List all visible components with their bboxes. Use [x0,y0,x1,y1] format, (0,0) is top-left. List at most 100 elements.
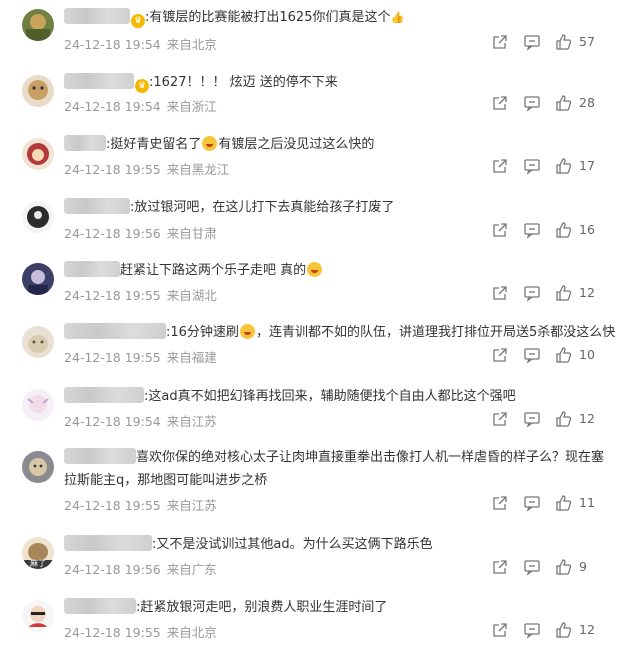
like-count: 16 [579,222,595,237]
comment-icon[interactable] [523,157,543,177]
like-count: 17 [579,158,595,173]
comment-actions: 12 [491,621,631,641]
comment-icon[interactable] [523,94,543,114]
comment-icon[interactable] [523,410,543,430]
avatar[interactable] [22,389,54,421]
like-icon[interactable] [555,157,575,177]
like-icon[interactable] [555,94,575,114]
share-icon[interactable] [491,33,511,53]
share-icon[interactable] [491,621,511,641]
like-icon[interactable] [555,558,575,578]
username-blurred[interactable] [64,448,136,464]
location: 来自福建 [166,350,217,365]
comment-actions: 10 [491,346,631,366]
username-blurred[interactable] [64,323,166,339]
comment-text: :挺好青史留名了 有镀层之后没见过这么快的 [64,133,617,156]
like-icon[interactable] [555,284,575,304]
like-icon[interactable] [555,494,575,514]
timestamp: 24-12-18 19:55 [64,625,161,640]
username-blurred[interactable] [64,387,144,403]
comment-meta: 24-12-18 19:56 来自甘肃 [64,223,217,242]
comment-icon[interactable] [523,494,543,514]
avatar-caption: 麻了 [30,559,46,568]
avatar[interactable] [22,451,54,483]
share-icon[interactable] [491,221,511,241]
timestamp: 24-12-18 19:55 [64,350,161,365]
avatar[interactable] [22,326,54,358]
comment-actions: 12 [491,284,631,304]
username-blurred[interactable] [64,8,130,24]
timestamp: 24-12-18 19:55 [64,288,161,303]
like-count: 12 [579,622,595,637]
like-count: 9 [579,559,587,574]
thumbs-up-emoji-icon: 👍 [390,11,405,24]
comment-actions: 17 [491,157,631,177]
timestamp: 24-12-18 19:56 [64,562,161,577]
share-icon[interactable] [491,410,511,430]
comment-meta: 24-12-18 19:55 来自北京 [64,622,217,641]
avatar[interactable] [22,138,54,170]
timestamp: 24-12-18 19:54 [64,37,161,52]
timestamp: 24-12-18 19:55 [64,498,161,513]
comment-actions: 9 [491,558,631,578]
like-icon[interactable] [555,33,575,53]
crying-emoji-icon [307,262,323,277]
comment-meta: 24-12-18 19:54 来自浙江 [64,96,217,115]
timestamp: 24-12-18 19:56 [64,226,161,241]
laughing-emoji-icon [239,324,255,339]
comment-icon[interactable] [523,558,543,578]
avatar[interactable] [22,9,54,41]
like-count: 57 [579,34,595,49]
location: 来自湖北 [166,288,217,303]
comment-meta: 24-12-18 19:54 来自北京 [64,34,217,53]
username-blurred[interactable] [64,135,106,151]
avatar[interactable] [22,600,54,632]
timestamp: 24-12-18 19:55 [64,162,161,177]
comment-text: :放过银河吧，在这儿打下去真能给孩子打废了 [64,196,617,219]
like-icon[interactable] [555,621,575,641]
location: 来自甘肃 [166,226,217,241]
avatar[interactable] [22,201,54,233]
like-icon[interactable] [555,221,575,241]
timestamp: 24-12-18 19:54 [64,99,161,114]
location: 来自浙江 [166,99,217,114]
username-blurred[interactable] [64,535,152,551]
username-blurred[interactable] [64,73,134,89]
comment-actions: 11 [491,494,631,514]
like-count: 28 [579,95,595,110]
username-blurred[interactable] [64,598,136,614]
username-blurred[interactable] [64,261,120,277]
share-icon[interactable] [491,284,511,304]
share-icon[interactable] [491,558,511,578]
username-blurred[interactable] [64,198,130,214]
timestamp: 24-12-18 19:54 [64,414,161,429]
comment-meta: 24-12-18 19:56 来自广东 [64,559,217,578]
avatar[interactable] [22,263,54,295]
comment-meta: 24-12-18 19:54 来自江苏 [64,411,217,430]
location: 来自江苏 [166,498,217,513]
like-icon[interactable] [555,410,575,430]
comment-icon[interactable] [523,284,543,304]
avatar[interactable] [22,75,54,107]
comment-text: :16分钟速刷 ，连青训都不如的队伍，讲道理我打排位开局送5杀都没这么快 [64,321,617,344]
like-count: 11 [579,495,595,510]
share-icon[interactable] [491,346,511,366]
comment-icon[interactable] [523,621,543,641]
comment-icon[interactable] [523,346,543,366]
comment-list: ♛:有镀层的比赛能被打出1625你们真是这个👍 24-12-18 19:54 来自… [0,0,631,648]
comment-actions: 12 [491,410,631,430]
location: 来自北京 [166,625,217,640]
share-icon[interactable] [491,157,511,177]
like-icon[interactable] [555,346,575,366]
avatar[interactable]: 麻了 [22,537,54,569]
share-icon[interactable] [491,94,511,114]
comment-icon[interactable] [523,221,543,241]
comment-meta: 24-12-18 19:55 来自江苏 [64,495,217,514]
share-icon[interactable] [491,494,511,514]
comment-meta: 24-12-18 19:55 来自福建 [64,347,217,366]
comment-icon[interactable] [523,33,543,53]
location: 来自广东 [166,562,217,577]
like-count: 10 [579,347,595,362]
crown-badge-icon: ♛ [131,14,145,28]
comment-text: ♛:1627！！！ 炫迈 送的停不下来 [64,71,617,94]
